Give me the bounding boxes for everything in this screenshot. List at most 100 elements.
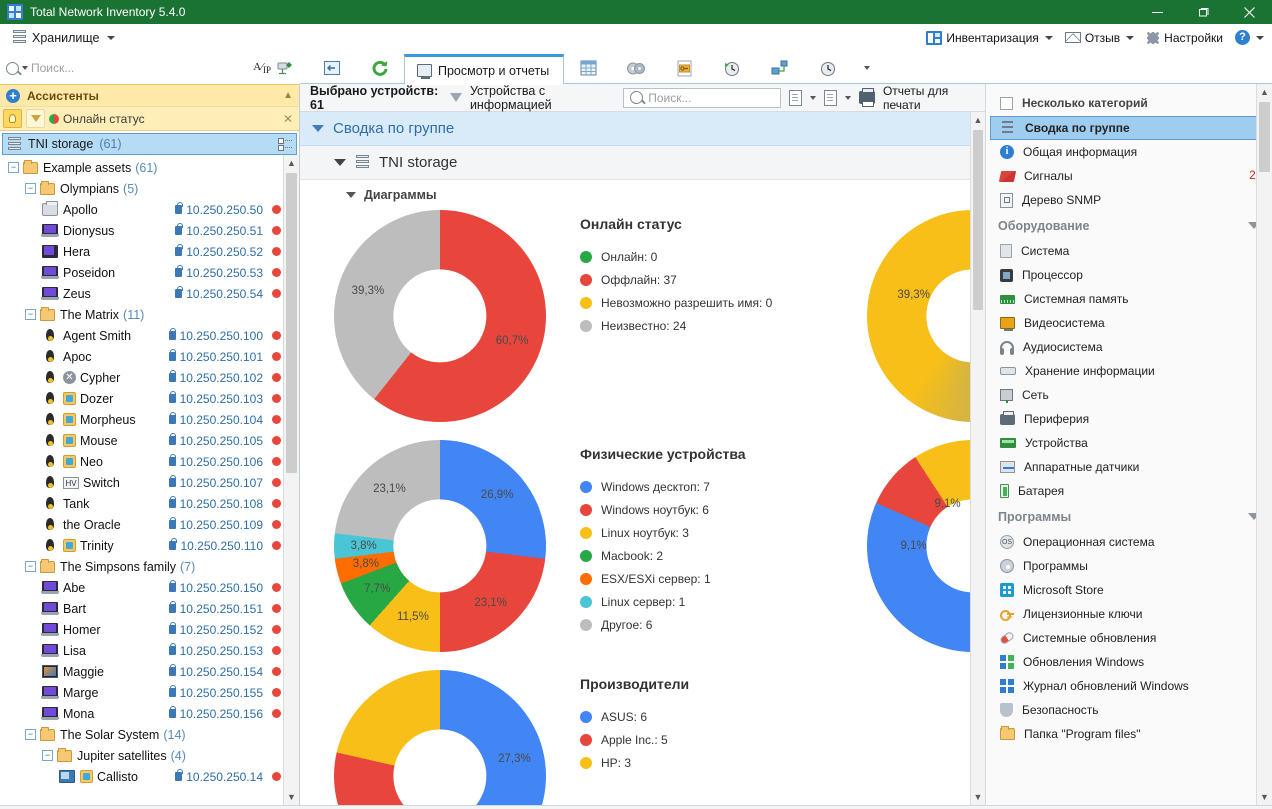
scroll-down-icon[interactable]: ▼ bbox=[1257, 789, 1272, 805]
toolbar-import-button[interactable] bbox=[308, 52, 356, 84]
selection-mode-icon[interactable] bbox=[278, 137, 292, 151]
tree-folder-row[interactable]: − Olympians (5) bbox=[0, 178, 299, 199]
menu-help[interactable]: ? bbox=[1235, 30, 1264, 45]
category-item-hw-8[interactable]: Устройства bbox=[986, 431, 1272, 455]
category-item-hw-2[interactable]: Системная память bbox=[986, 287, 1272, 311]
toolbar-table-button[interactable] bbox=[564, 52, 612, 84]
tree-device-row[interactable]: Abe 10.250.250.150 bbox=[0, 577, 299, 598]
category-item-sw-0[interactable]: OS Операционная система bbox=[986, 530, 1272, 554]
filter-icon[interactable] bbox=[449, 93, 462, 102]
tree-device-row[interactable]: Apollo 10.250.250.50 bbox=[0, 199, 299, 220]
tree-device-row[interactable]: Hera 10.250.250.52 bbox=[0, 241, 299, 262]
collapse-icon[interactable]: ▲ bbox=[283, 90, 293, 101]
scroll-up-icon[interactable]: ▲ bbox=[284, 155, 299, 171]
category-item-top-2[interactable]: Сигналы29 bbox=[986, 164, 1272, 188]
scrollbar-thumb[interactable] bbox=[1259, 102, 1270, 172]
tree-device-row[interactable]: Agent Smith 10.250.250.100 bbox=[0, 325, 299, 346]
scroll-down-icon[interactable]: ▼ bbox=[971, 789, 985, 805]
expander-icon[interactable]: − bbox=[8, 162, 19, 173]
category-item-sw-3[interactable]: Лицензионные ключи bbox=[986, 602, 1272, 626]
category-item-hw-3[interactable]: Видеосистема bbox=[986, 311, 1272, 335]
scroll-down-icon[interactable]: ▼ bbox=[284, 789, 299, 805]
section-group-summary[interactable]: Сводка по группе bbox=[300, 112, 985, 146]
close-button[interactable] bbox=[1226, 0, 1272, 24]
minimize-button[interactable] bbox=[1134, 0, 1180, 24]
tree-search[interactable]: Поиск... bbox=[6, 61, 247, 75]
assistants-header[interactable]: + Ассистенты ▲ bbox=[0, 84, 299, 107]
category-item-hw-10[interactable]: Батарея bbox=[986, 479, 1272, 503]
category-item-hw-1[interactable]: Процессор bbox=[986, 263, 1272, 287]
copy-report-icon[interactable] bbox=[788, 89, 802, 106]
tree-device-row[interactable]: Apoc 10.250.250.101 bbox=[0, 346, 299, 367]
tree-device-row[interactable]: Tank 10.250.250.108 bbox=[0, 493, 299, 514]
category-group-software[interactable]: Программы bbox=[986, 503, 1272, 530]
toolbar-history-button[interactable] bbox=[804, 52, 852, 84]
category-item-sw-4[interactable]: Системные обновления bbox=[986, 626, 1272, 650]
a-ip-toggle-icon[interactable]: A⁄IP bbox=[253, 61, 271, 75]
subsection-tni-storage[interactable]: TNI storage bbox=[300, 146, 985, 180]
toolbar-refresh-button[interactable] bbox=[356, 52, 404, 84]
toolbar-license-button[interactable] bbox=[660, 52, 708, 84]
category-item-sw-6[interactable]: Журнал обновлений Windows bbox=[986, 674, 1272, 698]
tree-folder-row[interactable]: − The Matrix (11) bbox=[0, 304, 299, 325]
category-scrollbar[interactable]: ▲ ▼ bbox=[1256, 84, 1272, 805]
category-item-sw-7[interactable]: Безопасность bbox=[986, 698, 1272, 722]
assistant-online-status[interactable]: Онлайн статус ✕ bbox=[0, 107, 299, 131]
menu-settings[interactable]: Настройки bbox=[1146, 30, 1223, 45]
tree-device-row[interactable]: Lisa 10.250.250.153 bbox=[0, 640, 299, 661]
chevron-down-icon[interactable] bbox=[334, 159, 346, 166]
expander-icon[interactable]: − bbox=[42, 750, 53, 761]
category-item-hw-4[interactable]: Аудиосистема bbox=[986, 335, 1272, 359]
tree-device-row[interactable]: ✕ Cypher 10.250.250.102 bbox=[0, 367, 299, 388]
bulb-toggle-icon[interactable] bbox=[3, 109, 22, 128]
tree-device-row[interactable]: Poseidon 10.250.250.53 bbox=[0, 262, 299, 283]
printer-icon[interactable] bbox=[858, 88, 875, 107]
menu-inventory[interactable]: Инвентаризация bbox=[926, 30, 1053, 45]
tree-device-row[interactable]: HV Switch 10.250.250.107 bbox=[0, 472, 299, 493]
category-item-hw-5[interactable]: Хранение информации bbox=[986, 359, 1272, 383]
category-item-sw-8[interactable]: Папка "Program files" bbox=[986, 722, 1272, 746]
chevron-down-icon[interactable] bbox=[312, 125, 324, 132]
tree-device-row[interactable]: Dionysus 10.250.250.51 bbox=[0, 220, 299, 241]
category-item-hw-0[interactable]: Система bbox=[986, 239, 1272, 263]
category-item-hw-7[interactable]: Периферия bbox=[986, 407, 1272, 431]
legend-item[interactable]: ASUS: 6 bbox=[580, 705, 985, 728]
diagrams-header[interactable]: Диаграммы bbox=[300, 180, 985, 210]
filter-icon[interactable] bbox=[26, 109, 45, 128]
tree-scrollbar[interactable]: ▲ ▼ bbox=[283, 155, 299, 805]
category-list[interactable]: Несколько категорий Сводка по группе i Общ… bbox=[986, 84, 1272, 805]
tree-folder-row[interactable]: − Jupiter satellites (4) bbox=[0, 745, 299, 766]
toolbar-overflow-button[interactable] bbox=[852, 52, 882, 84]
add-assistant-icon[interactable]: + bbox=[6, 88, 20, 103]
legend-item[interactable]: HP: 3 bbox=[580, 751, 985, 774]
tree-device-row[interactable]: Zeus 10.250.250.54 bbox=[0, 283, 299, 304]
scroll-up-icon[interactable]: ▲ bbox=[1257, 84, 1272, 100]
toolbar-scheduler-button[interactable] bbox=[708, 52, 756, 84]
tree-device-row[interactable]: Mona 10.250.250.156 bbox=[0, 703, 299, 724]
category-item-top-1[interactable]: i Общая информация bbox=[986, 140, 1272, 164]
tree-device-row[interactable]: the Oracle 10.250.250.109 bbox=[0, 514, 299, 535]
toolbar-software-button[interactable] bbox=[612, 52, 660, 84]
checkbox-icon[interactable] bbox=[1000, 96, 1013, 110]
add-device-icon[interactable] bbox=[277, 61, 294, 76]
tree-device-row[interactable]: Dozer 10.250.250.103 bbox=[0, 388, 299, 409]
category-item-sw-1[interactable]: Программы bbox=[986, 554, 1272, 578]
filter-label[interactable]: Устройства с информацией bbox=[470, 84, 615, 112]
tab-view-and-reports[interactable]: Просмотр и отчеты bbox=[404, 54, 565, 85]
scrollbar-thumb[interactable] bbox=[286, 173, 297, 473]
category-item-hw-6[interactable]: Сеть bbox=[986, 383, 1272, 407]
tree-folder-row[interactable]: − The Simpsons family (7) bbox=[0, 556, 299, 577]
tree-device-row[interactable]: Maggie 10.250.250.154 bbox=[0, 661, 299, 682]
tree-folder-row[interactable]: − The Solar System (14) bbox=[0, 724, 299, 745]
tree-device-row[interactable]: Mouse 10.250.250.105 bbox=[0, 430, 299, 451]
chevron-down-icon[interactable] bbox=[22, 66, 28, 70]
category-item-top-3[interactable]: Дерево SNMP bbox=[986, 188, 1272, 212]
scroll-up-icon[interactable]: ▲ bbox=[971, 112, 985, 128]
category-group-hardware[interactable]: Оборудование bbox=[986, 212, 1272, 239]
export-report-icon[interactable] bbox=[823, 89, 837, 106]
multi-category-toggle[interactable]: Несколько категорий bbox=[986, 90, 1272, 116]
tree-device-row[interactable]: Marge 10.250.250.155 bbox=[0, 682, 299, 703]
expander-icon[interactable]: − bbox=[25, 561, 36, 572]
tree-device-row[interactable]: Callisto 10.250.250.14 bbox=[0, 766, 299, 787]
toolbar-network-button[interactable] bbox=[756, 52, 804, 84]
